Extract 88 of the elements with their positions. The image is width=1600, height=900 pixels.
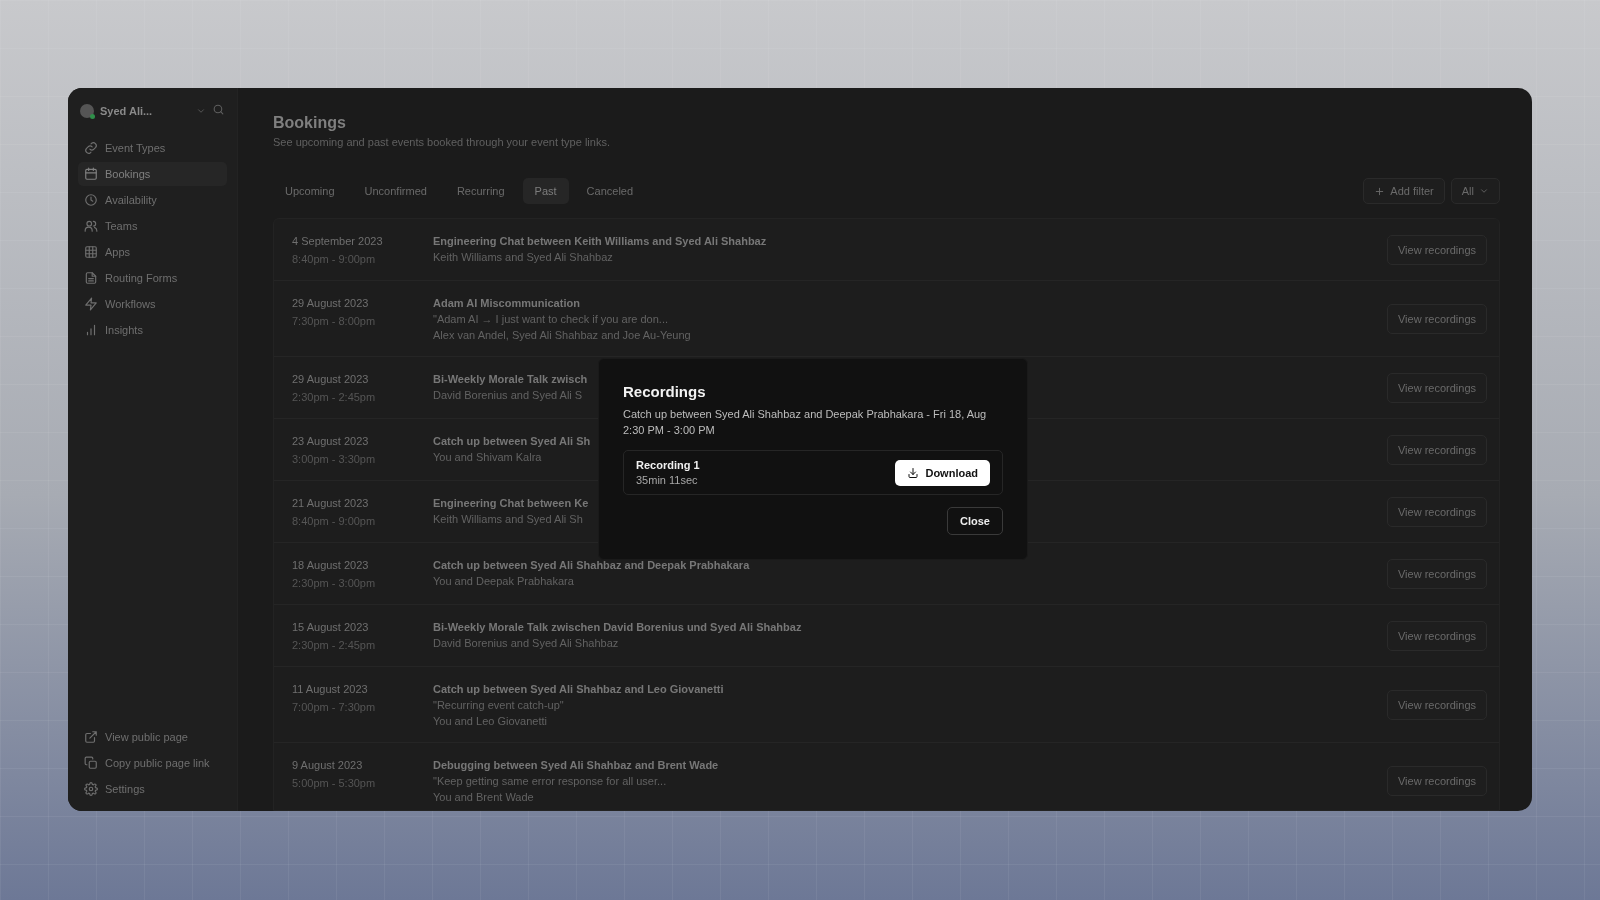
view-recordings-button[interactable]: View recordings <box>1386 559 1487 589</box>
nav-item[interactable]: Routing Forms <box>78 266 227 290</box>
dialog-subtitle: Catch up between Syed Ali Shahbaz and Deepak Prabhakara - Fri 18, Aug 2:30 PM - 3:00 PM <box>623 407 988 438</box>
booking-time: 3:00pm - 3:30pm <box>292 452 377 467</box>
nav-item[interactable]: Event Types <box>78 136 227 160</box>
bar-chart-icon <box>84 323 98 337</box>
lightning-icon <box>84 297 98 311</box>
user-name[interactable]: Syed Ali... <box>100 105 190 117</box>
search-icon <box>212 103 225 116</box>
booking-attendees: David Borenius and Syed Ali Shahbaz <box>433 636 619 651</box>
plus-icon <box>1374 185 1386 197</box>
booking-date: 18 August 2023 <box>292 558 370 573</box>
page-subtitle: See upcoming and past events booked through your event type links. <box>273 136 611 148</box>
booking-date: 11 August 2023 <box>292 682 369 697</box>
nav-item[interactable]: View public page <box>78 725 227 749</box>
booking-title[interactable]: Catch up between Syed Ali Sh <box>433 433 591 449</box>
download-button[interactable]: Download <box>895 459 990 486</box>
view-recordings-button[interactable]: View recordings <box>1386 435 1487 465</box>
chevron-down-icon <box>196 106 206 116</box>
view-recordings-button[interactable]: View recordings <box>1386 304 1487 334</box>
nav-item[interactable]: Apps <box>78 240 227 264</box>
view-recordings-button[interactable]: View recordings <box>1386 690 1487 720</box>
nav-item[interactable]: Insights <box>78 318 227 342</box>
tab[interactable]: Unconfirmed <box>352 178 439 204</box>
booking-date: 4 September 2023 <box>292 234 384 249</box>
recording-duration: 35min 11sec <box>636 474 699 486</box>
booking-attendees: You and Deepak Prabhakara <box>433 574 574 589</box>
booking-time: 2:30pm - 2:45pm <box>292 390 377 405</box>
booking-date: 21 August 2023 <box>292 496 370 511</box>
booking-time: 5:00pm - 5:30pm <box>292 776 377 791</box>
booking-date: 29 August 2023 <box>292 296 370 311</box>
booking-title[interactable]: Engineering Chat between Ke <box>433 495 589 511</box>
booking-title[interactable]: Catch up between Syed Ali Shahbaz and Deepak Prabhakara <box>433 557 750 573</box>
chevron-down-icon <box>1479 186 1489 196</box>
booking-time: 2:30pm - 2:45pm <box>292 638 377 653</box>
clock-icon <box>84 193 98 207</box>
booking-title[interactable]: Catch up between Syed Ali Shahbaz and Leo Giovanetti <box>433 681 724 697</box>
tab[interactable]: Recurring <box>444 178 517 204</box>
copy-icon <box>84 756 98 770</box>
booking-description: "Recurring event catch-up" <box>433 698 564 713</box>
view-recordings-button[interactable]: View recordings <box>1386 766 1487 796</box>
view-recordings-button[interactable]: View recordings <box>1386 373 1487 403</box>
booking-attendees: You and Leo Giovanetti <box>433 714 547 729</box>
status-select[interactable]: All <box>1450 178 1500 204</box>
link-icon <box>84 141 98 155</box>
booking-attendees: You and Shivam Kalra <box>433 450 542 465</box>
booking-attendees: Alex van Andel, Syed Ali Shahbaz and Joe Au-Yeung <box>433 328 691 343</box>
booking-title[interactable]: Adam AI Miscommunication <box>433 295 580 311</box>
recording-name: Recording 1 <box>636 459 701 471</box>
booking-attendees: David Borenius and Syed Ali S <box>433 388 583 403</box>
download-icon <box>907 466 920 479</box>
booking-date: 23 August 2023 <box>292 434 370 449</box>
view-recordings-button[interactable]: View recordings <box>1386 497 1487 527</box>
nav-item[interactable]: Bookings <box>78 162 227 186</box>
grid-icon <box>84 245 98 259</box>
document-icon <box>84 271 98 285</box>
booking-time: 7:00pm - 7:30pm <box>292 700 377 715</box>
view-recordings-button[interactable]: View recordings <box>1386 621 1487 651</box>
booking-title[interactable]: Bi-Weekly Morale Talk zwischen David Borenius und Syed Ali Shahbaz <box>433 619 802 635</box>
dialog-title: Recordings <box>623 383 707 400</box>
booking-attendees: Keith Williams and Syed Ali Shahbaz <box>433 250 613 265</box>
avatar <box>80 104 94 118</box>
nav-item[interactable]: Teams <box>78 214 227 238</box>
booking-date: 9 August 2023 <box>292 758 364 773</box>
booking-attendees: Keith Williams and Syed Ali Sh <box>433 512 583 527</box>
page-title: Bookings <box>273 114 347 132</box>
tab[interactable]: Canceled <box>574 178 646 204</box>
nav-item[interactable]: Copy public page link <box>78 751 227 775</box>
booking-date: 15 August 2023 <box>292 620 370 635</box>
external-link-icon <box>84 730 98 744</box>
tab[interactable]: Past <box>522 178 569 204</box>
booking-title[interactable]: Bi-Weekly Morale Talk zwisch <box>433 371 588 387</box>
nav-item[interactable]: Availability <box>78 188 227 212</box>
view-recordings-button[interactable]: View recordings <box>1386 235 1487 265</box>
booking-date: 29 August 2023 <box>292 372 370 387</box>
booking-description: "Keep getting same error response for all user... <box>433 774 667 789</box>
calendar-icon <box>84 167 98 181</box>
booking-title[interactable]: Debugging between Syed Ali Shahbaz and Brent Wade <box>433 757 719 773</box>
booking-attendees: You and Brent Wade <box>433 790 534 805</box>
booking-time: 2:30pm - 3:00pm <box>292 576 377 591</box>
booking-title[interactable]: Engineering Chat between Keith Williams and Syed Ali Shahbaz <box>433 233 767 249</box>
settings-icon <box>84 782 98 796</box>
add-filter-button[interactable]: Add filter <box>1363 178 1445 204</box>
tab[interactable]: Upcoming <box>273 178 347 204</box>
nav-item[interactable]: Settings <box>78 777 227 801</box>
users-icon <box>84 219 98 233</box>
nav-item[interactable]: Workflows <box>78 292 227 316</box>
close-button[interactable]: Close <box>947 507 1003 535</box>
